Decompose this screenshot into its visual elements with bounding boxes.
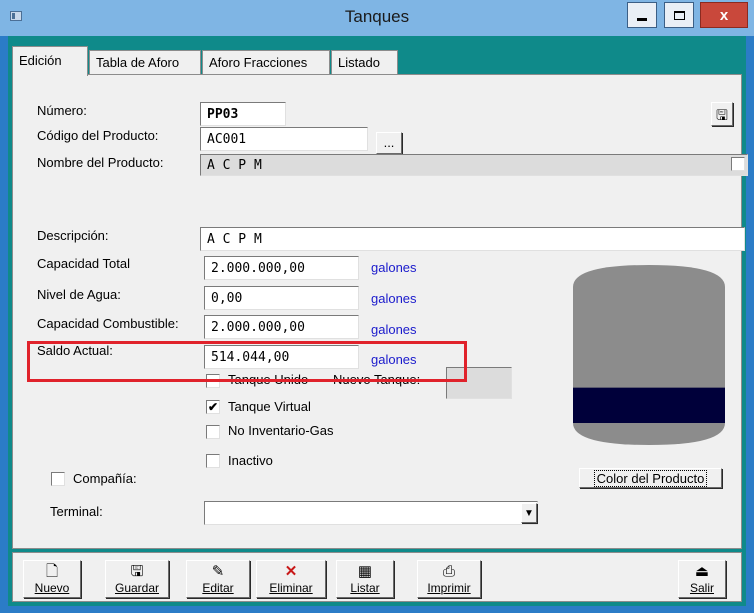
- no-inventario-label: No Inventario-Gas: [228, 423, 334, 438]
- tab-tabla-aforo[interactable]: Tabla de Aforo: [89, 50, 201, 74]
- no-inventario-checkbox[interactable]: [206, 425, 220, 439]
- title-bar: Tanques x: [0, 0, 754, 36]
- check-icon: ✔: [207, 400, 219, 414]
- color-producto-label: Color del Producto: [593, 470, 708, 487]
- exit-door-icon: ⏏: [694, 563, 710, 580]
- nombre-label: Nombre del Producto:: [37, 155, 164, 170]
- delete-x-icon: ✕: [284, 563, 298, 580]
- compania-checkbox[interactable]: [51, 472, 65, 486]
- terminal-label: Terminal:: [50, 504, 103, 519]
- save-disk-button[interactable]: 🖫: [711, 102, 733, 126]
- compania-label: Compañía:: [73, 471, 137, 486]
- maximize-icon: [673, 10, 685, 20]
- terminal-dropdown-button[interactable]: ▼: [521, 503, 537, 523]
- nombre-field: A C P M: [200, 154, 748, 176]
- saldo-highlight-box: [27, 341, 467, 382]
- capacidad-total-label: Capacidad Total: [37, 256, 130, 271]
- listar-button[interactable]: ▦ Listar: [336, 560, 394, 598]
- new-document-icon: 🗋: [45, 563, 59, 580]
- terminal-select[interactable]: [204, 501, 538, 525]
- codigo-field[interactable]: AC001: [200, 127, 368, 151]
- maximize-button[interactable]: [664, 2, 694, 28]
- numero-field[interactable]: PP03: [200, 102, 286, 126]
- listar-label: Listar: [350, 581, 380, 595]
- numero-label: Número:: [37, 103, 87, 118]
- minimize-icon: [637, 17, 647, 21]
- editar-label: Editar: [202, 581, 234, 595]
- close-button[interactable]: x: [700, 2, 748, 28]
- editar-button[interactable]: ✎ Editar: [186, 560, 250, 598]
- codigo-label: Código del Producto:: [37, 128, 159, 143]
- capacidad-combustible-label: Capacidad Combustible:: [37, 316, 179, 331]
- edicion-panel: Número: PP03 🖫 Código del Producto: AC00…: [12, 74, 748, 549]
- nuevo-label: Nuevo: [34, 581, 70, 595]
- tanques-window: Tanques x Edición Tabla de Aforo Aforo F…: [0, 0, 754, 613]
- salir-button[interactable]: ⏏ Salir: [678, 560, 726, 598]
- nombre-checkbox[interactable]: [731, 157, 745, 171]
- browse-product-button[interactable]: ...: [376, 132, 402, 154]
- chevron-down-icon: ▼: [524, 508, 534, 519]
- guardar-label: Guardar: [114, 581, 160, 595]
- capacidad-combustible-field[interactable]: 2.000.000,00: [204, 315, 359, 339]
- descripcion-field[interactable]: A C P M: [200, 227, 745, 251]
- bottom-toolbar: 🗋 Nuevo 🖫 Guardar ✎ Editar ✕ Eliminar ▦ …: [12, 552, 742, 602]
- capacidad-total-unit: galones: [371, 260, 417, 275]
- tab-aforo-fracciones[interactable]: Aforo Fracciones: [202, 50, 330, 74]
- inactivo-checkbox[interactable]: [206, 454, 220, 468]
- edit-icon: ✎: [211, 563, 225, 580]
- printer-icon: ⎙: [442, 563, 455, 580]
- minimize-button[interactable]: [627, 2, 657, 28]
- tab-listado[interactable]: Listado: [331, 50, 398, 74]
- eliminar-button[interactable]: ✕ Eliminar: [256, 560, 326, 598]
- close-icon: x: [719, 6, 729, 24]
- inactivo-label: Inactivo: [228, 453, 273, 468]
- capacidad-total-field[interactable]: 2.000.000,00: [204, 256, 359, 280]
- color-producto-button[interactable]: Color del Producto: [579, 468, 722, 488]
- eliminar-label: Eliminar: [269, 581, 313, 595]
- tanque-virtual-label: Tanque Virtual: [228, 399, 311, 414]
- guardar-button[interactable]: 🖫 Guardar: [105, 560, 169, 598]
- tank-graphic: [573, 265, 725, 445]
- tanque-virtual-checkbox[interactable]: ✔: [206, 400, 220, 414]
- imprimir-label: Imprimir: [427, 581, 471, 595]
- nivel-agua-label: Nivel de Agua:: [37, 287, 121, 302]
- calendar-list-icon: ▦: [357, 563, 373, 580]
- tank-fill-level: [573, 387, 725, 423]
- salir-label: Salir: [689, 581, 714, 595]
- tab-edicion[interactable]: Edición: [12, 46, 88, 76]
- client-area: Edición Tabla de Aforo Aforo Fracciones …: [8, 36, 748, 606]
- capacidad-combustible-unit: galones: [371, 322, 417, 337]
- nivel-agua-field[interactable]: 0,00: [204, 286, 359, 310]
- descripcion-label: Descripción:: [37, 228, 109, 243]
- nivel-agua-unit: galones: [371, 291, 417, 306]
- nuevo-button[interactable]: 🗋 Nuevo: [23, 560, 81, 598]
- save-icon: 🖫: [130, 563, 144, 580]
- imprimir-button[interactable]: ⎙ Imprimir: [417, 560, 481, 598]
- disk-icon: 🖫: [716, 107, 728, 123]
